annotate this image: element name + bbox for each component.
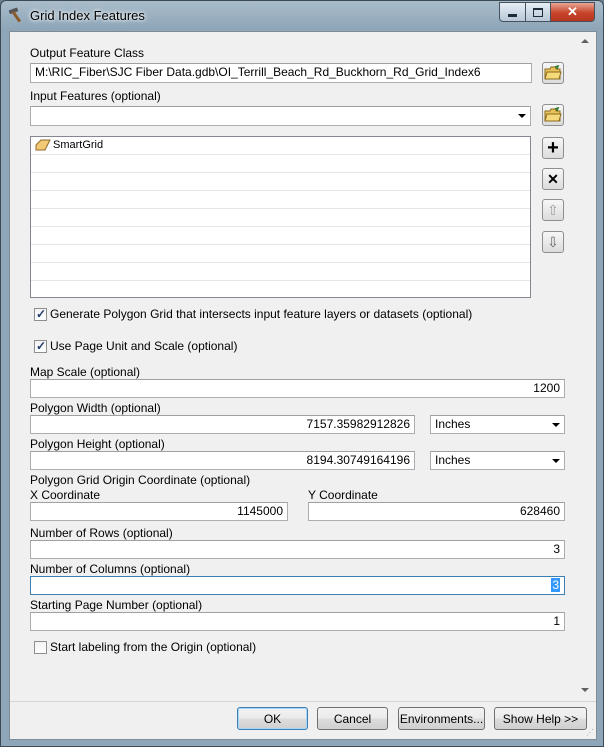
remove-button[interactable]: ✕ <box>542 168 564 190</box>
vertical-scrollbar[interactable] <box>577 33 594 698</box>
hammer-icon <box>8 7 22 23</box>
polygon-width-unit-value: Inches <box>435 417 471 431</box>
move-up-button[interactable]: ⇧ <box>542 199 564 221</box>
polygon-height-label: Polygon Height (optional) <box>30 437 165 451</box>
open-folder-icon <box>544 65 562 80</box>
use-page-unit-label: Use Page Unit and Scale (optional) <box>50 339 238 353</box>
checkmark-icon: ✓ <box>36 307 47 321</box>
list-row-empty <box>31 263 530 281</box>
polygon-layer-icon <box>35 139 51 151</box>
polygon-width-input[interactable]: 7157.35982912826 <box>30 415 415 434</box>
remove-icon: ✕ <box>547 170 559 187</box>
minimize-button[interactable] <box>499 2 526 22</box>
x-coordinate-input[interactable]: 1145000 <box>30 502 288 521</box>
y-coordinate-input[interactable]: 628460 <box>308 502 565 521</box>
move-up-icon: ⇧ <box>547 201 559 218</box>
start-from-origin-label: Start labeling from the Origin (optional… <box>50 640 257 654</box>
map-scale-label: Map Scale (optional) <box>30 365 141 379</box>
cancel-button[interactable]: Cancel <box>317 707 388 730</box>
environments-button[interactable]: Environments... <box>398 707 485 730</box>
map-scale-input[interactable]: 1200 <box>30 379 565 398</box>
starting-page-input[interactable]: 1 <box>30 612 565 631</box>
input-features-list[interactable]: SmartGrid <box>30 136 531 298</box>
move-down-button[interactable]: ⇩ <box>542 231 564 253</box>
number-of-rows-input[interactable]: 3 <box>30 540 565 559</box>
title-bar[interactable]: Grid Index Features ✕ <box>1 1 603 31</box>
maximize-icon <box>533 7 543 17</box>
generate-polygon-grid-checkbox[interactable]: ✓ <box>34 307 47 321</box>
move-down-icon: ⇩ <box>547 233 559 250</box>
list-row-empty <box>31 209 530 227</box>
polygon-width-unit-select[interactable]: Inches <box>430 415 565 434</box>
close-icon: ✕ <box>567 4 578 19</box>
dialog-client-area: Output Feature Class M:\RIC_Fiber\SJC Fi… <box>9 31 597 740</box>
add-button[interactable]: + <box>542 137 564 159</box>
list-item-label: SmartGrid <box>53 139 104 151</box>
number-of-columns-value: 3 <box>551 578 560 592</box>
scroll-up-icon[interactable] <box>581 39 589 43</box>
start-from-origin-checkbox[interactable] <box>34 641 47 654</box>
dialog-window: Grid Index Features ✕ Output Feature Cla… <box>0 0 604 747</box>
starting-page-label: Starting Page Number (optional) <box>30 598 203 612</box>
chevron-down-icon[interactable] <box>514 107 530 124</box>
checkmark-icon: ✓ <box>36 339 47 353</box>
chevron-down-icon[interactable] <box>548 416 564 433</box>
origin-label: Polygon Grid Origin Coordinate (optional… <box>30 473 251 487</box>
chevron-down-icon[interactable] <box>548 452 564 469</box>
list-row-empty <box>31 173 530 191</box>
output-feature-class-label: Output Feature Class <box>30 46 145 60</box>
add-icon: + <box>547 137 559 159</box>
list-row-empty <box>31 155 530 173</box>
maximize-button[interactable] <box>526 2 551 22</box>
minimize-icon <box>508 13 517 17</box>
show-help-button[interactable]: Show Help >> <box>494 707 587 730</box>
generate-polygon-grid-label: Generate Polygon Grid that intersects in… <box>50 307 473 321</box>
close-button[interactable]: ✕ <box>551 2 595 22</box>
output-browse-button[interactable] <box>542 62 564 84</box>
list-item[interactable]: SmartGrid <box>31 137 530 155</box>
use-page-unit-checkbox[interactable]: ✓ <box>34 339 47 353</box>
polygon-height-input[interactable]: 8194.30749164196 <box>30 451 415 470</box>
button-separator <box>10 701 596 702</box>
polygon-height-unit-select[interactable]: Inches <box>430 451 565 470</box>
resize-grip-icon[interactable]: ⋰ <box>586 728 594 737</box>
polygon-height-unit-value: Inches <box>435 453 471 467</box>
y-coordinate-label: Y Coordinate <box>308 488 378 502</box>
scroll-down-icon[interactable] <box>581 688 589 692</box>
number-of-columns-label: Number of Columns (optional) <box>30 562 191 576</box>
output-feature-class-input[interactable]: M:\RIC_Fiber\SJC Fiber Data.gdb\OI_Terri… <box>30 63 532 83</box>
list-row-empty <box>31 245 530 263</box>
list-row-empty <box>31 227 530 245</box>
number-of-columns-input[interactable]: 3 <box>30 576 565 595</box>
input-browse-button[interactable] <box>542 104 564 126</box>
window-title: Grid Index Features <box>30 8 145 23</box>
input-features-combo[interactable] <box>30 106 531 126</box>
open-folder-icon <box>544 107 562 122</box>
ok-button[interactable]: OK <box>237 707 308 730</box>
list-row-empty <box>31 191 530 209</box>
input-features-label: Input Features (optional) <box>30 89 161 103</box>
polygon-width-label: Polygon Width (optional) <box>30 401 161 415</box>
x-coordinate-label: X Coordinate <box>30 488 101 502</box>
list-row-empty <box>31 281 530 297</box>
number-of-rows-label: Number of Rows (optional) <box>30 526 173 540</box>
